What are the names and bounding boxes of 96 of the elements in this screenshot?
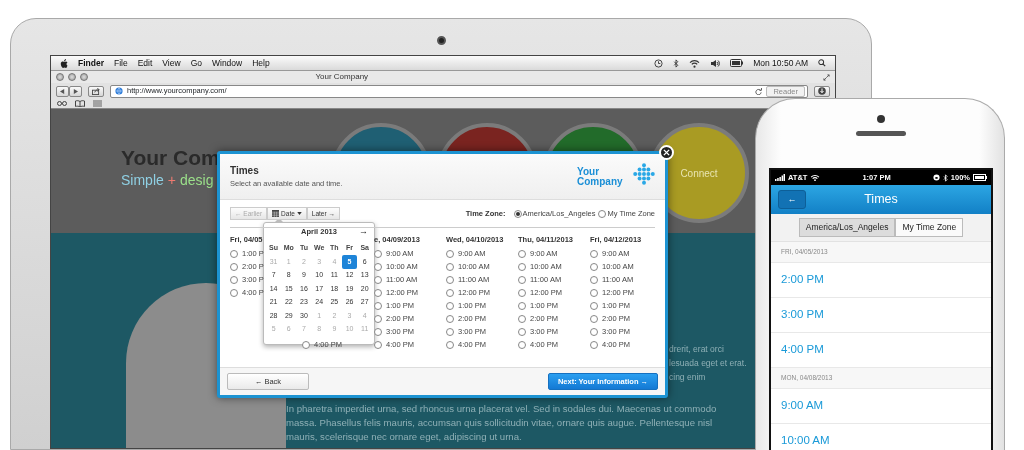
radio-button[interactable]: [590, 275, 598, 284]
dialog-title: Times: [230, 164, 260, 178]
radio-button[interactable]: [590, 249, 598, 258]
segment-tab[interactable]: My Time Zone: [895, 218, 964, 237]
bluetooth-icon[interactable]: [673, 58, 680, 68]
fullscreen-icon[interactable]: [823, 73, 830, 81]
bluetooth-icon: [942, 173, 948, 182]
radio-button[interactable]: [446, 262, 454, 271]
radio-button[interactable]: [446, 288, 454, 297]
next-month-button[interactable]: →: [359, 226, 368, 237]
text-line: drerit, erat orci: [669, 343, 725, 356]
radio-button[interactable]: [374, 301, 382, 310]
radio-button[interactable]: [590, 340, 598, 349]
radio-button[interactable]: [230, 288, 238, 297]
glasses-icon[interactable]: [57, 101, 67, 106]
menu-clock[interactable]: Mon 10:50 AM: [753, 56, 808, 70]
radio-button[interactable]: [374, 275, 382, 284]
camera-lens: [877, 115, 885, 123]
back-button[interactable]: ←: [778, 190, 806, 209]
tagline-word: desig: [180, 171, 214, 190]
menu-item[interactable]: Go: [190, 56, 202, 70]
menu-item[interactable]: View: [162, 56, 181, 70]
radio-button[interactable]: [446, 275, 454, 284]
close-icon: [663, 149, 670, 156]
text-line: lesuada eget et erat.: [669, 357, 746, 370]
window-title: Your Company: [315, 71, 369, 83]
radio-button[interactable]: [446, 314, 454, 323]
caret-icon: [296, 212, 302, 215]
text-line: cing enim: [669, 371, 707, 384]
calendar-icon: [272, 210, 280, 217]
radio-button[interactable]: [230, 275, 238, 284]
speaker-slot: [856, 131, 906, 136]
radio-button[interactable]: [598, 209, 607, 218]
radio-button[interactable]: [374, 288, 382, 297]
radio-button[interactable]: [590, 327, 598, 336]
radio-button[interactable]: [518, 262, 526, 271]
menu-item[interactable]: File: [114, 56, 128, 70]
radio-button[interactable]: [374, 340, 382, 349]
radio-button[interactable]: [518, 301, 526, 310]
body-paragraph: In pharetra imperdiet urna, sed rhoncus urna placerat vel. Sed in sodales dui. Maecenas ut commodo massa. Phasellus felis mauris, accumsan quis sollicitudin vitae, ornare quis augue. Pellentesque nisl mauris, scelerisque nec ornare eget, adipiscing ut urna.: [286, 402, 718, 444]
radio-button[interactable]: [518, 288, 526, 297]
radio-button[interactable]: [590, 314, 598, 323]
radio-button[interactable]: [518, 340, 526, 349]
radio-button[interactable]: [518, 275, 526, 284]
tagline-word: +: [167, 171, 176, 190]
down-arrow-icon: [818, 87, 826, 95]
radio-button[interactable]: [374, 262, 382, 271]
radio-button[interactable]: [590, 288, 598, 297]
tagline-word: Simple: [121, 171, 164, 190]
radio-button[interactable]: [302, 340, 310, 349]
radio-button[interactable]: [446, 301, 454, 310]
radio-button[interactable]: [590, 262, 598, 271]
minimize-button[interactable]: [68, 73, 76, 81]
share-button[interactable]: [88, 85, 104, 97]
app-menu[interactable]: Finder: [78, 56, 104, 70]
share-icon: [92, 87, 100, 95]
menu-item[interactable]: Window: [211, 56, 243, 70]
radio-button[interactable]: [374, 249, 382, 258]
lock-rotation-icon: [932, 174, 940, 181]
dots-logo-icon: [633, 163, 655, 185]
battery-icon[interactable]: [730, 59, 744, 67]
radio-button[interactable]: [374, 314, 382, 323]
radio-button[interactable]: [518, 327, 526, 336]
radio-button[interactable]: [446, 249, 454, 258]
search-icon[interactable]: [818, 59, 826, 67]
segment-tab[interactable]: America/Los_Angeles: [798, 218, 896, 237]
screen-title: Times: [864, 191, 898, 209]
forward-button[interactable]: [69, 85, 82, 97]
globe-icon: [115, 87, 123, 95]
wifi-icon[interactable]: [689, 58, 701, 68]
battery-icon: [973, 174, 987, 181]
radio-button[interactable]: [446, 327, 454, 336]
wifi-icon: [810, 174, 821, 181]
radio-button[interactable]: [513, 209, 522, 218]
reload-icon[interactable]: [755, 87, 763, 95]
menu-item[interactable]: Help: [252, 56, 270, 70]
menu-item[interactable]: Edit: [137, 56, 153, 70]
volume-icon[interactable]: [710, 58, 721, 68]
book-icon[interactable]: [75, 100, 85, 107]
radio-button[interactable]: [518, 249, 526, 258]
clock-icon[interactable]: [654, 58, 664, 68]
left-triangle-icon: [60, 88, 65, 94]
radio-button[interactable]: [230, 262, 238, 271]
back-button[interactable]: [56, 85, 69, 97]
downloads-button[interactable]: [814, 85, 830, 97]
radio-button[interactable]: [518, 314, 526, 323]
radio-button[interactable]: [590, 301, 598, 310]
signal-icon: [775, 174, 785, 181]
radio-button[interactable]: [230, 249, 238, 258]
right-triangle-icon: [73, 88, 78, 94]
radio-button[interactable]: [374, 327, 382, 336]
camera-lens: [437, 36, 446, 45]
apple-icon: [60, 58, 68, 68]
radio-button[interactable]: [446, 340, 454, 349]
zoom-button[interactable]: [80, 73, 88, 81]
company-logo-text: Your Company: [577, 167, 624, 187]
